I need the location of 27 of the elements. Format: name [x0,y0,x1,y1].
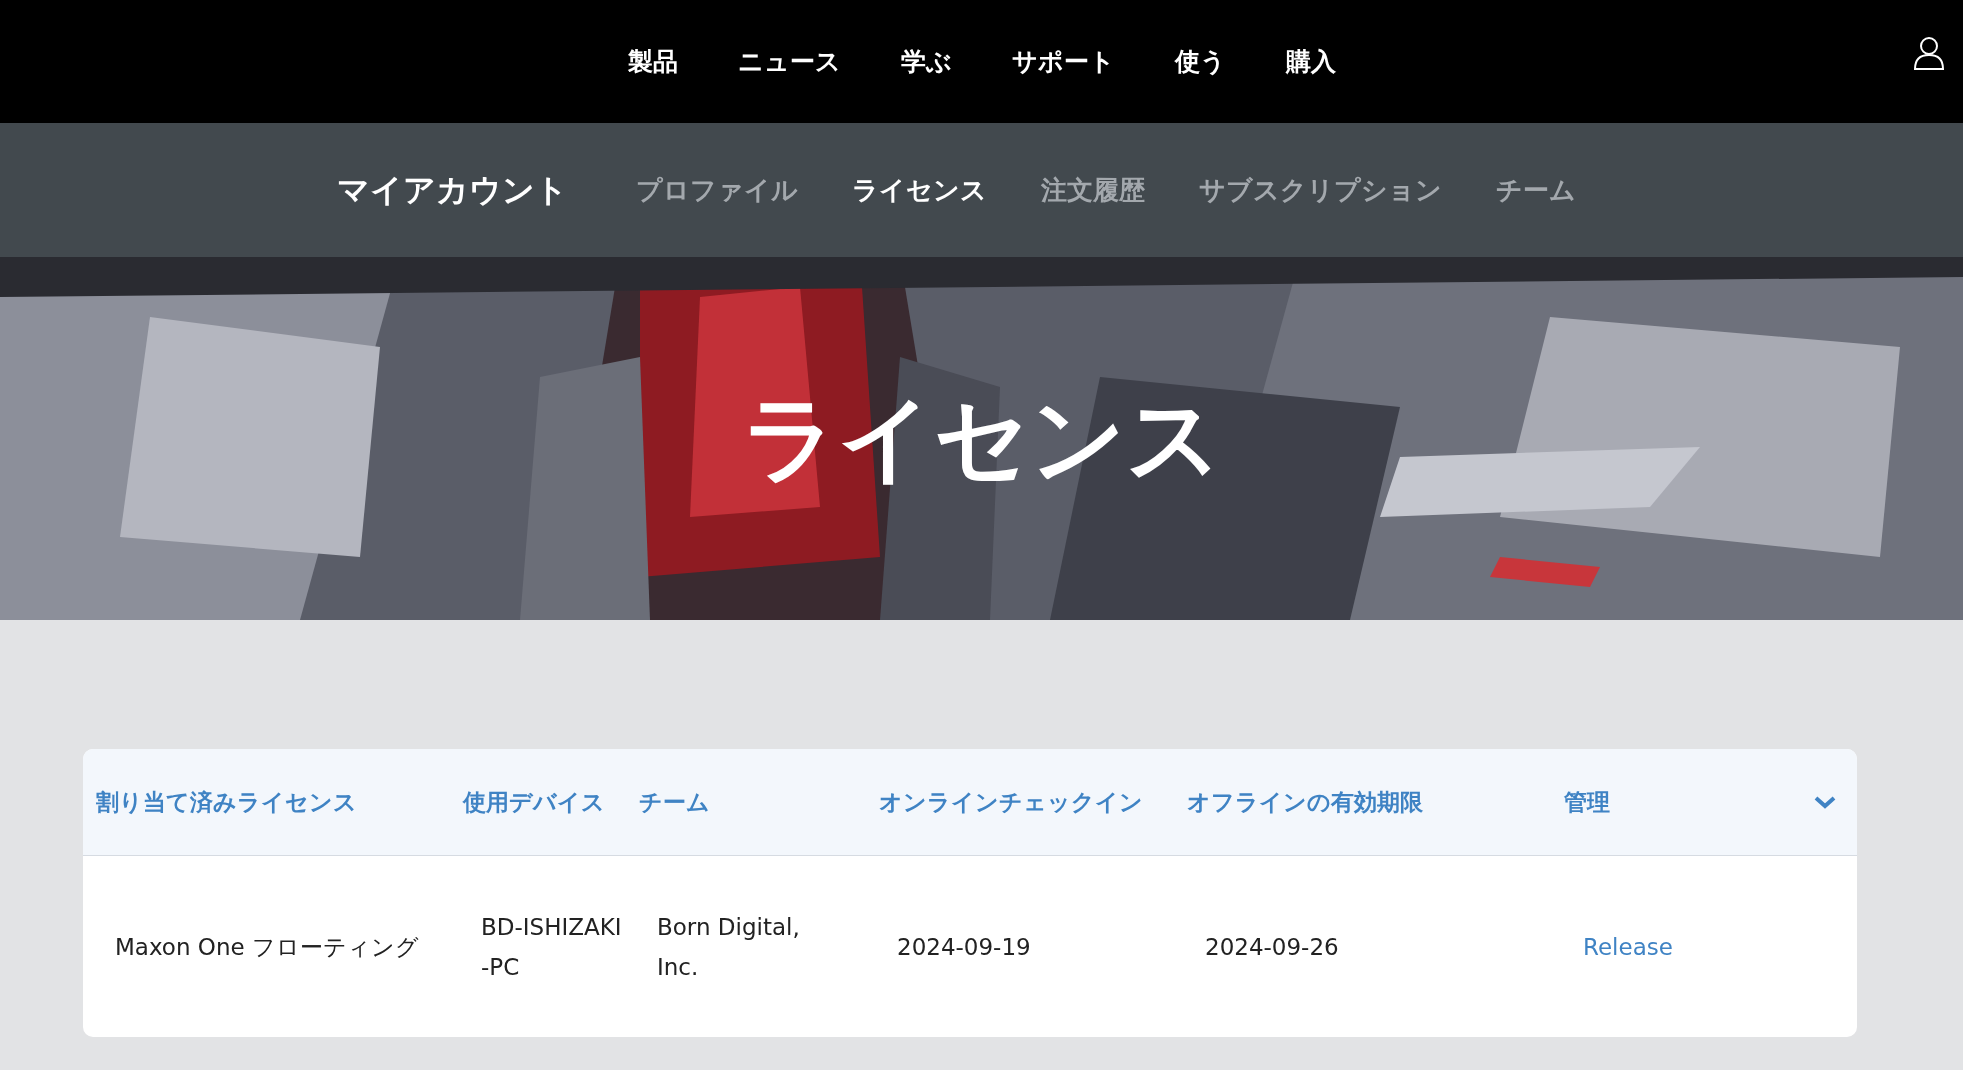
nav-link[interactable]: 製品 [627,42,678,81]
column-header: オフラインの有効期限 [1187,788,1424,817]
table-cell-text: 2024-09-19 [896,932,1032,962]
nav-link[interactable]: サポート [1011,42,1115,81]
account-tab[interactable]: サブスクリプション [1199,170,1442,210]
account-tab[interactable]: プロファイル [636,170,798,210]
column-header: オンラインチェックイン [879,788,1144,817]
nav-link[interactable]: ニュース [737,42,841,81]
table-cell-text: BD-ISHIZAKI-PC [480,912,623,982]
column-header: 使用デバイス [463,788,606,817]
chevron-icon[interactable] [1813,794,1837,810]
column-header: 管理 [1564,788,1611,817]
account-tab[interactable]: チーム [1496,170,1576,210]
nav-link[interactable]: 使う [1174,42,1226,81]
account-tab[interactable]: ライセンス [852,170,987,210]
table-cell-text: 2024-09-26 [1204,932,1340,962]
release-link[interactable]: Release [1564,926,1673,967]
user-icon[interactable] [1913,36,1945,70]
table-cell-text: Maxon One フローティング [114,932,420,962]
account-title: マイアカウント [337,170,568,211]
nav-link[interactable]: 学ぶ [900,42,952,81]
column-header: 割り当て済みライセンス [95,788,358,817]
column-header: チーム [639,788,711,817]
account-tab[interactable]: 注文履歴 [1041,170,1145,210]
hero-title: ライセンス [741,383,1222,495]
table-cell-text: Born Digital, Inc. [656,912,801,982]
nav-link[interactable]: 購入 [1285,42,1336,81]
